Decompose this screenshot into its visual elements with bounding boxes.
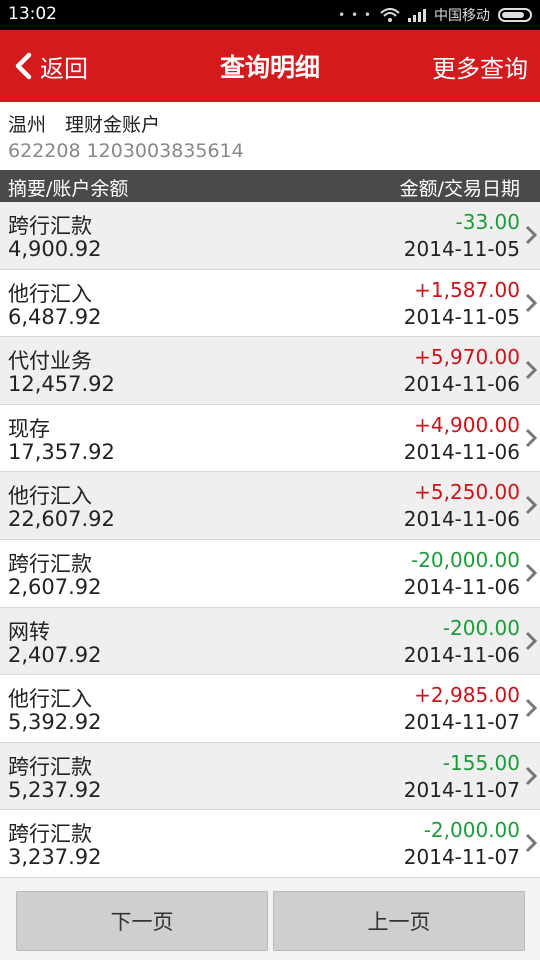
transaction-balance: 17,357.92 <box>8 439 115 464</box>
transaction-date: 2014-11-06 <box>403 372 520 397</box>
transaction-summary: 他行汇入 <box>8 484 92 509</box>
transaction-row[interactable]: 跨行汇款 3,237.92 -2,000.00 2014-11-07 <box>0 810 540 878</box>
carrier-label: 中国移动 <box>434 8 490 24</box>
transaction-row[interactable]: 跨行汇款 5,237.92 -155.00 2014-11-07 <box>0 742 540 811</box>
transaction-row[interactable]: 他行汇入 5,392.92 +2,985.00 2014-11-07 <box>0 675 540 743</box>
transaction-balance: 3,237.92 <box>8 845 102 870</box>
transaction-summary: 网转 <box>8 619 50 644</box>
chevron-right-icon <box>525 428 537 447</box>
chevron-right-icon <box>525 361 537 380</box>
notification-dots: • • • <box>338 8 372 22</box>
transaction-date: 2014-11-07 <box>403 845 520 870</box>
transaction-amount: -20,000.00 <box>410 547 520 572</box>
more-query-button[interactable]: 更多查询 <box>432 49 528 84</box>
battery-icon <box>498 8 532 22</box>
chevron-right-icon <box>525 496 537 515</box>
chevron-right-icon <box>525 563 537 583</box>
chevron-right-icon <box>525 293 537 312</box>
next-page-button[interactable]: 下一页 <box>16 891 268 951</box>
chevron-right-icon <box>525 631 537 650</box>
transaction-summary: 跨行汇款 <box>8 551 92 576</box>
transaction-date: 2014-11-06 <box>403 642 520 667</box>
transaction-balance: 2,407.92 <box>8 642 102 667</box>
transaction-balance: 6,487.92 <box>8 304 102 329</box>
transaction-amount: +5,970.00 <box>414 345 520 370</box>
transaction-amount: +1,587.00 <box>414 277 520 302</box>
transaction-summary: 跨行汇款 <box>8 754 92 779</box>
transaction-row[interactable]: 跨行汇款 2,607.92 -20,000.00 2014-11-06 <box>0 540 540 608</box>
transaction-amount: -2,000.00 <box>423 818 520 843</box>
transaction-row[interactable]: 代付业务 12,457.92 +5,970.00 2014-11-06 <box>0 337 540 405</box>
transaction-amount: +2,985.00 <box>414 683 520 708</box>
transaction-date: 2014-11-06 <box>403 574 520 599</box>
transaction-date: 2014-11-06 <box>403 439 520 464</box>
transaction-date: 2014-11-05 <box>403 304 520 329</box>
transaction-summary: 他行汇入 <box>8 281 92 306</box>
chevron-right-icon <box>525 225 537 245</box>
transaction-row[interactable]: 他行汇入 22,607.92 +5,250.00 2014-11-06 <box>0 472 540 540</box>
transaction-balance: 5,237.92 <box>8 777 102 802</box>
account-name: 温州 理财金账户 <box>8 114 161 136</box>
pagination-bar: 下一页 上一页 <box>0 878 540 960</box>
transaction-balance: 2,607.92 <box>8 574 102 599</box>
transaction-summary: 代付业务 <box>8 349 92 374</box>
wifi-icon <box>380 8 400 22</box>
chevron-right-icon <box>525 834 537 853</box>
column-header-right: 金额/交易日期 <box>399 178 520 200</box>
transaction-row[interactable]: 跨行汇款 4,900.92 -33.00 2014-11-05 <box>0 202 540 270</box>
account-number: 622208 1203003835614 <box>8 140 244 162</box>
status-time: 13:02 <box>8 4 57 24</box>
account-info: 温州 理财金账户 622208 1203003835614 <box>0 102 540 170</box>
transaction-amount: +5,250.00 <box>414 480 520 505</box>
transaction-date: 2014-11-07 <box>403 710 520 735</box>
transaction-summary: 跨行汇款 <box>8 214 92 238</box>
transaction-balance: 12,457.92 <box>8 372 115 397</box>
transaction-date: 2014-11-07 <box>403 777 520 802</box>
column-header-left: 摘要/账户余额 <box>8 178 129 200</box>
transaction-row[interactable]: 现存 17,357.92 +4,900.00 2014-11-06 <box>0 405 540 473</box>
transaction-summary: 他行汇入 <box>8 687 92 712</box>
transaction-row[interactable]: 网转 2,407.92 -200.00 2014-11-06 <box>0 607 540 676</box>
column-header: 摘要/账户余额 金额/交易日期 <box>0 170 540 202</box>
transaction-balance: 5,392.92 <box>8 710 102 735</box>
chevron-right-icon <box>525 766 537 785</box>
transaction-row[interactable]: 他行汇入 6,487.92 +1,587.00 2014-11-05 <box>0 270 540 338</box>
previous-page-button[interactable]: 上一页 <box>273 891 525 951</box>
transaction-list: 跨行汇款 4,900.92 -33.00 2014-11-05 他行汇入 6,4… <box>0 202 540 878</box>
transaction-amount: +4,900.00 <box>414 412 520 437</box>
transaction-balance: 22,607.92 <box>8 507 115 532</box>
status-bar: 13:02 • • • 中国移动 <box>0 0 540 30</box>
transaction-date: 2014-11-05 <box>403 237 520 261</box>
signal-icon <box>408 8 426 22</box>
chevron-right-icon <box>525 699 537 718</box>
transaction-amount: -155.00 <box>442 750 520 775</box>
transaction-amount: -200.00 <box>442 615 520 640</box>
transaction-summary: 跨行汇款 <box>8 822 92 847</box>
transaction-amount: -33.00 <box>455 210 520 234</box>
transaction-summary: 现存 <box>8 416 50 441</box>
transaction-balance: 4,900.92 <box>8 237 102 261</box>
app-header: 返回 查询明细 更多查询 <box>0 30 540 102</box>
transaction-date: 2014-11-06 <box>403 507 520 532</box>
status-icons: • • • 中国移动 <box>338 5 532 25</box>
